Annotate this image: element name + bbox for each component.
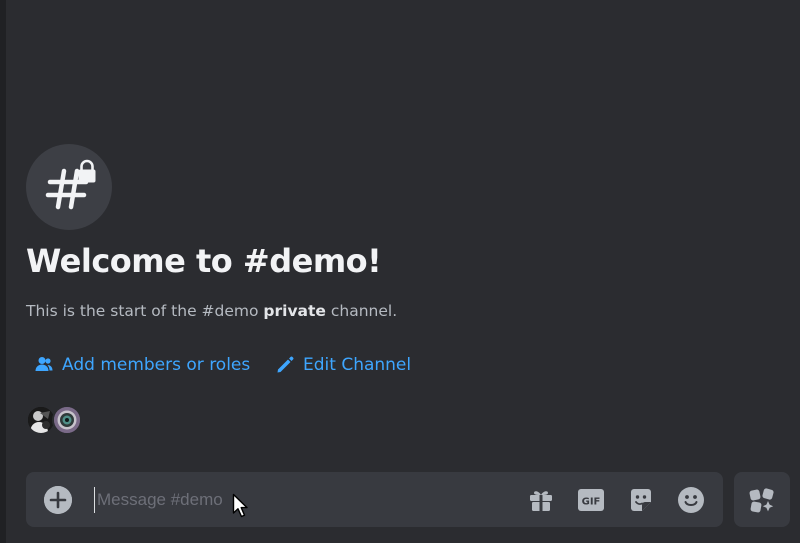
- gift-button[interactable]: [527, 486, 555, 514]
- apps-button[interactable]: [734, 472, 790, 527]
- edit-channel-button[interactable]: Edit Channel: [275, 352, 411, 378]
- welcome-desc-prefix: This is the start of the #demo: [26, 302, 264, 320]
- message-input[interactable]: [94, 487, 514, 513]
- avatar[interactable]: [52, 405, 82, 435]
- apps-icon: [749, 488, 774, 513]
- emoji-icon: [678, 487, 704, 513]
- welcome-desc-private: private: [263, 302, 326, 320]
- left-edge-divider: [0, 0, 6, 543]
- welcome-title: Welcome to #demo!: [26, 242, 382, 280]
- plus-circle-icon: [44, 486, 72, 514]
- add-members-button[interactable]: Add members or roles: [34, 352, 250, 378]
- message-composer: GIF: [26, 472, 723, 527]
- people-icon: [35, 357, 53, 371]
- sticker-icon: [631, 489, 651, 511]
- gif-button[interactable]: GIF: [577, 486, 605, 514]
- mouse-cursor-icon: [232, 493, 248, 518]
- sticker-button[interactable]: [627, 486, 655, 514]
- chat-channel-view: Welcome to #demo! This is the start of t…: [0, 0, 800, 543]
- welcome-desc-suffix: channel.: [325, 302, 398, 320]
- gif-icon: GIF: [578, 489, 604, 511]
- add-members-label: Add members or roles: [62, 355, 251, 375]
- emoji-button[interactable]: [677, 486, 705, 514]
- gif-label: GIF: [582, 497, 601, 508]
- channel-hashtag-lock-icon: [26, 144, 112, 230]
- edit-channel-label: Edit Channel: [303, 355, 412, 375]
- attach-button[interactable]: [44, 486, 72, 514]
- gift-icon: [530, 491, 552, 511]
- pencil-icon: [277, 356, 294, 373]
- welcome-description: This is the start of the #demo private c…: [26, 302, 397, 320]
